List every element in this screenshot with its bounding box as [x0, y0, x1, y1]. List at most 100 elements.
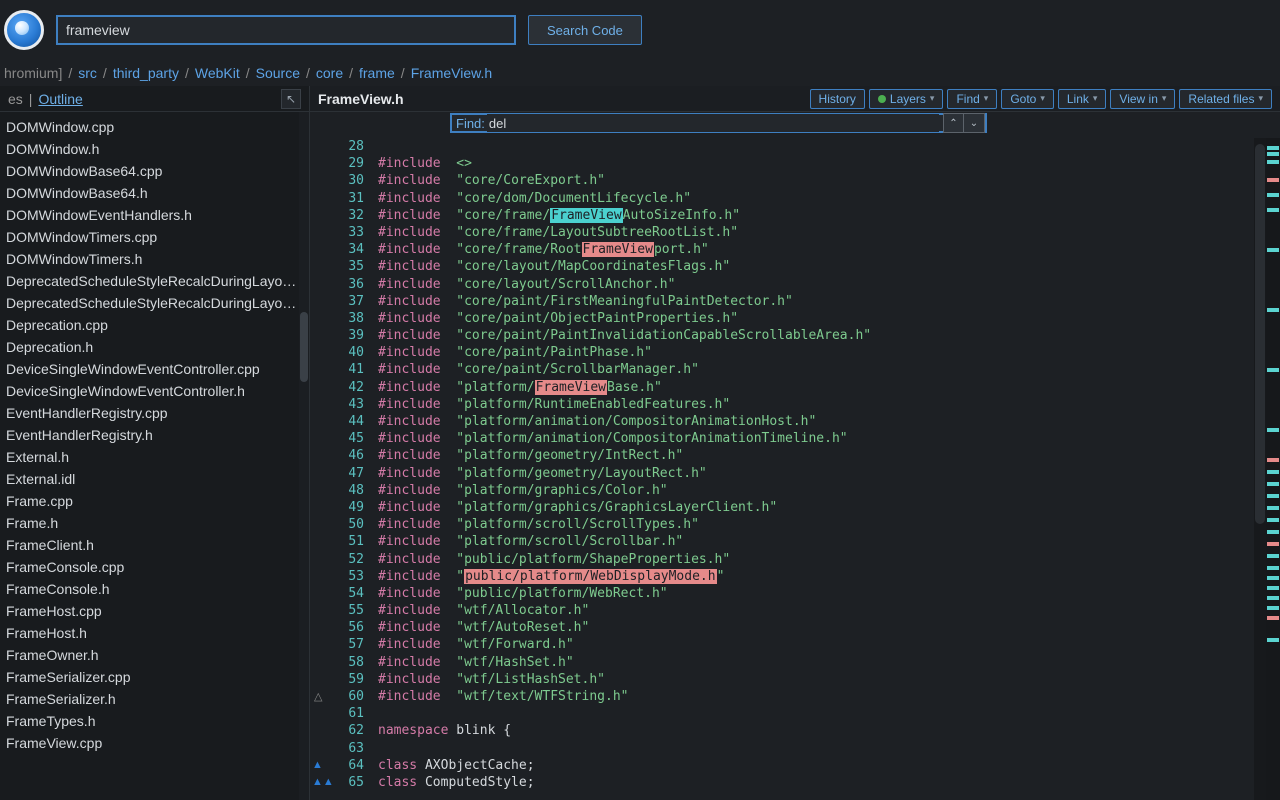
code-line[interactable]: #include "platform/geometry/IntRect.h": [378, 447, 1280, 464]
ruler-mark[interactable]: [1267, 193, 1279, 197]
code-line[interactable]: #include "platform/scroll/ScrollTypes.h": [378, 516, 1280, 533]
code-line[interactable]: class AXObjectCache;: [378, 757, 1280, 774]
sidebar-file-item[interactable]: FrameClient.h: [0, 534, 309, 556]
ruler-mark[interactable]: [1267, 178, 1279, 182]
ruler-mark[interactable]: [1267, 308, 1279, 312]
find-prev-button[interactable]: ⌃: [944, 114, 964, 132]
sidebar-file-item[interactable]: DOMWindowTimers.cpp: [0, 226, 309, 248]
code-line[interactable]: #include "platform/animation/CompositorA…: [378, 430, 1280, 447]
sidebar-file-item[interactable]: External.h: [0, 446, 309, 468]
ruler-mark[interactable]: [1267, 482, 1279, 486]
breadcrumb-segment[interactable]: Source: [256, 65, 300, 81]
sidebar-file-item[interactable]: FrameSerializer.h: [0, 688, 309, 710]
code-line[interactable]: #include "core/frame/RootFrameViewport.h…: [378, 241, 1280, 258]
sidebar-scrollbar-thumb[interactable]: [300, 312, 308, 382]
code-line[interactable]: #include "core/frame/FrameViewAutoSizeIn…: [378, 207, 1280, 224]
sidebar-file-item[interactable]: DOMWindowBase64.cpp: [0, 160, 309, 182]
ruler-mark[interactable]: [1267, 208, 1279, 212]
ruler-mark[interactable]: [1267, 530, 1279, 534]
ruler-mark[interactable]: [1267, 576, 1279, 580]
code-line[interactable]: #include "core/layout/ScrollAnchor.h": [378, 276, 1280, 293]
link-button[interactable]: Link▾: [1058, 89, 1107, 109]
code-line[interactable]: #include "public/platform/WebRect.h": [378, 585, 1280, 602]
ruler-mark[interactable]: [1267, 428, 1279, 432]
sidebar-file-item[interactable]: EventHandlerRegistry.cpp: [0, 402, 309, 424]
sidebar-file-item[interactable]: Deprecation.cpp: [0, 314, 309, 336]
ruler-mark[interactable]: [1267, 146, 1279, 150]
ruler-mark[interactable]: [1267, 586, 1279, 590]
code-line[interactable]: #include "core/CoreExport.h": [378, 172, 1280, 189]
breadcrumb-segment[interactable]: frame: [359, 65, 395, 81]
code-line[interactable]: #include "wtf/AutoReset.h": [378, 619, 1280, 636]
code-line[interactable]: #include "core/paint/ObjectPaintProperti…: [378, 310, 1280, 327]
code-line[interactable]: class ComputedStyle;: [378, 774, 1280, 791]
ruler-mark[interactable]: [1267, 494, 1279, 498]
code-line[interactable]: [378, 740, 1280, 757]
breadcrumb-segment[interactable]: FrameView.h: [411, 65, 492, 81]
overview-ruler[interactable]: [1266, 138, 1280, 800]
find-next-button[interactable]: ⌄: [964, 114, 984, 132]
sidebar-file-item[interactable]: FrameConsole.cpp: [0, 556, 309, 578]
ruler-mark[interactable]: [1267, 152, 1279, 156]
sidebar-file-item[interactable]: FrameView.cpp: [0, 732, 309, 754]
sidebar-file-item[interactable]: External.idl: [0, 468, 309, 490]
sidebar-tab-files[interactable]: es: [8, 91, 23, 107]
code-line[interactable]: #include "platform/graphics/Color.h": [378, 482, 1280, 499]
ruler-mark[interactable]: [1267, 368, 1279, 372]
ruler-mark[interactable]: [1267, 506, 1279, 510]
sidebar-file-item[interactable]: Frame.h: [0, 512, 309, 534]
code-line[interactable]: #include "platform/geometry/LayoutRect.h…: [378, 465, 1280, 482]
sidebar-file-item[interactable]: DeviceSingleWindowEventController.cpp: [0, 358, 309, 380]
sidebar-file-item[interactable]: DeprecatedScheduleStyleRecalcDuringLayou…: [0, 292, 309, 314]
ruler-mark[interactable]: [1267, 638, 1279, 642]
ruler-mark[interactable]: [1267, 566, 1279, 570]
code-line[interactable]: [378, 705, 1280, 722]
code-line[interactable]: #include "core/frame/LayoutSubtreeRootLi…: [378, 224, 1280, 241]
history-button[interactable]: History: [810, 89, 865, 109]
code-line[interactable]: #include "core/paint/PaintInvalidationCa…: [378, 327, 1280, 344]
sidebar-scrollbar[interactable]: [299, 112, 309, 800]
breadcrumb-segment[interactable]: core: [316, 65, 343, 81]
sidebar-file-item[interactable]: DOMWindow.h: [0, 138, 309, 160]
breadcrumb-segment[interactable]: third_party: [113, 65, 179, 81]
search-code-button[interactable]: Search Code: [528, 15, 642, 45]
code-line[interactable]: [378, 138, 1280, 155]
code-line[interactable]: #include "wtf/HashSet.h": [378, 654, 1280, 671]
search-input[interactable]: [56, 15, 516, 45]
code-line[interactable]: #include "platform/graphics/GraphicsLaye…: [378, 499, 1280, 516]
collapse-sidebar-button[interactable]: ↖: [281, 89, 301, 109]
sidebar-file-item[interactable]: DeprecatedScheduleStyleRecalcDuringLayou…: [0, 270, 309, 292]
ruler-mark[interactable]: [1267, 596, 1279, 600]
code-line[interactable]: #include "core/paint/PaintPhase.h": [378, 344, 1280, 361]
code-line[interactable]: #include "wtf/ListHashSet.h": [378, 671, 1280, 688]
ruler-mark[interactable]: [1267, 542, 1279, 546]
goto-button[interactable]: Goto▾: [1001, 89, 1054, 109]
sidebar-file-item[interactable]: FrameOwner.h: [0, 644, 309, 666]
code-line[interactable]: #include "wtf/Forward.h": [378, 636, 1280, 653]
sidebar-file-item[interactable]: EventHandlerRegistry.h: [0, 424, 309, 446]
code-line[interactable]: #include "wtf/Allocator.h": [378, 602, 1280, 619]
sidebar-file-item[interactable]: DOMWindowTimers.h: [0, 248, 309, 270]
code-line[interactable]: #include "core/dom/DocumentLifecycle.h": [378, 190, 1280, 207]
sidebar-file-list[interactable]: DOMWindow.cppDOMWindow.hDOMWindowBase64.…: [0, 112, 309, 800]
sidebar-file-item[interactable]: FrameTypes.h: [0, 710, 309, 732]
sidebar-file-item[interactable]: DOMWindow.cpp: [0, 116, 309, 138]
code-scrollbar-thumb[interactable]: [1255, 144, 1265, 524]
sidebar-file-item[interactable]: DOMWindowBase64.h: [0, 182, 309, 204]
sidebar-file-item[interactable]: DOMWindowEventHandlers.h: [0, 204, 309, 226]
find-input[interactable]: [487, 114, 939, 132]
ruler-mark[interactable]: [1267, 160, 1279, 164]
ruler-mark[interactable]: [1267, 248, 1279, 252]
sidebar-file-item[interactable]: Frame.cpp: [0, 490, 309, 512]
sidebar-file-item[interactable]: FrameSerializer.cpp: [0, 666, 309, 688]
code-line[interactable]: #include <>: [378, 155, 1280, 172]
code-line[interactable]: namespace blink {: [378, 722, 1280, 739]
ruler-mark[interactable]: [1267, 606, 1279, 610]
sidebar-file-item[interactable]: FrameHost.cpp: [0, 600, 309, 622]
sidebar-tab-outline[interactable]: Outline: [38, 91, 82, 107]
ruler-mark[interactable]: [1267, 518, 1279, 522]
code-line[interactable]: #include "platform/animation/CompositorA…: [378, 413, 1280, 430]
layers-button[interactable]: Layers▾: [869, 89, 944, 109]
code-line[interactable]: #include "core/paint/ScrollbarManager.h": [378, 361, 1280, 378]
code-content[interactable]: #include <>#include "core/CoreExport.h"#…: [372, 112, 1280, 800]
